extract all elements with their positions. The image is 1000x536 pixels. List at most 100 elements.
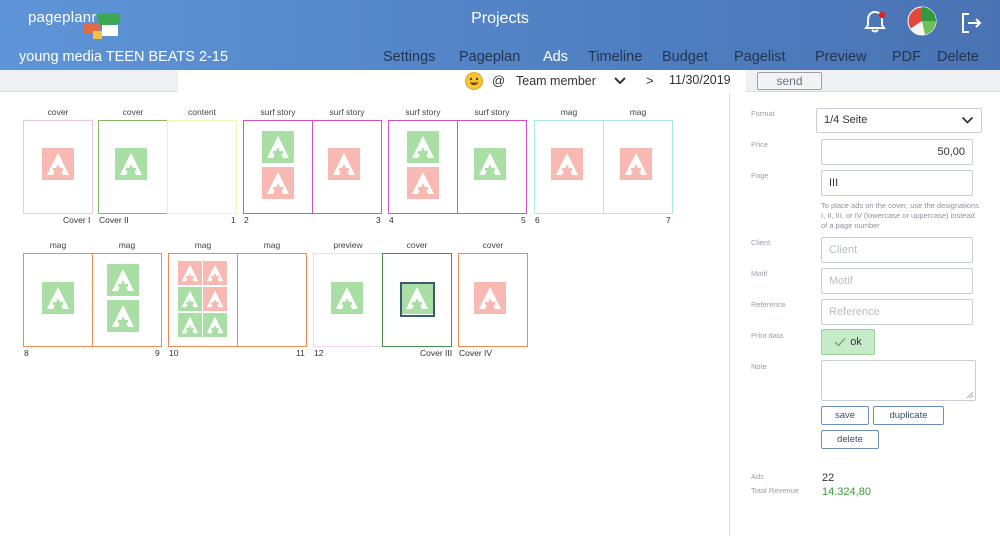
nav-pageplan[interactable]: Pageplan xyxy=(459,49,520,65)
page-type-label: surf story xyxy=(405,107,441,117)
motif-input[interactable]: Motif xyxy=(821,268,973,294)
chevron-down-icon[interactable] xyxy=(613,75,627,87)
at-symbol: @ xyxy=(492,73,506,88)
ad-placement-icon[interactable] xyxy=(262,131,294,163)
client-label: Client xyxy=(751,238,771,247)
nav-timeline[interactable]: Timeline xyxy=(588,49,642,65)
total-revenue-label: Total Revenue xyxy=(751,486,799,495)
reference-label: Reference xyxy=(751,300,786,309)
page-type-label: cover xyxy=(406,240,428,250)
ad-placement-icon[interactable] xyxy=(107,300,139,332)
page-number: Cover IV xyxy=(459,348,493,358)
chevron-down-icon[interactable] xyxy=(961,115,974,126)
note-label: Note xyxy=(751,362,767,371)
page-type-label: preview xyxy=(333,240,363,250)
ads-count-label: Ads xyxy=(751,472,764,481)
client-input[interactable]: Client xyxy=(821,237,973,263)
total-revenue: 14.324,80 xyxy=(822,486,871,498)
ok-label: ok xyxy=(850,336,862,348)
price-label: Price xyxy=(751,140,769,149)
panel-divider xyxy=(729,93,730,536)
page-type-label: mag xyxy=(560,107,578,117)
page-number: Cover II xyxy=(99,215,129,225)
motif-label: Motif xyxy=(751,269,768,278)
ad-placement-icon[interactable] xyxy=(551,148,583,180)
page-number: 2 xyxy=(244,215,249,225)
page-11[interactable] xyxy=(237,253,307,347)
ad-placement-icon[interactable] xyxy=(328,148,360,180)
reference-input[interactable]: Reference xyxy=(821,299,973,325)
nav-pagelist[interactable]: Pagelist xyxy=(734,49,786,65)
page-number: Cover I xyxy=(63,215,91,225)
page-number: Cover III xyxy=(420,348,453,358)
ad-placement-icon[interactable] xyxy=(203,261,227,285)
page-number: 3 xyxy=(376,215,381,225)
ad-placement-icon[interactable] xyxy=(474,148,506,180)
status-bar-strip xyxy=(178,70,746,92)
page-type-label: content xyxy=(188,107,216,117)
page-input[interactable]: III xyxy=(821,170,973,196)
page-number: 7 xyxy=(666,215,671,225)
logout-icon[interactable] xyxy=(958,10,984,36)
page-label: Page xyxy=(751,171,769,180)
nav-budget[interactable]: Budget xyxy=(662,49,708,65)
ad-placement-icon[interactable] xyxy=(107,264,139,296)
page-number: 10 xyxy=(169,348,179,358)
page-type-label: surf story xyxy=(260,107,296,117)
resize-handle-icon[interactable] xyxy=(967,392,973,398)
page-number: 1 xyxy=(231,215,236,225)
ad-placement-icon[interactable] xyxy=(407,131,439,163)
page-number: 9 xyxy=(155,348,160,358)
page-type-label: cover xyxy=(482,240,504,250)
page-type-label: mag xyxy=(49,240,67,250)
page-type-label: surf story xyxy=(474,107,510,117)
ad-placement-icon[interactable] xyxy=(178,313,202,337)
ad-placement-icon[interactable] xyxy=(262,167,294,199)
page-number: 8 xyxy=(24,348,29,358)
ad-placement-icon[interactable] xyxy=(178,261,202,285)
format-select[interactable]: 1/4 Seite xyxy=(816,108,982,133)
check-icon xyxy=(834,338,846,347)
save-button[interactable]: save xyxy=(821,406,869,425)
project-name[interactable]: young media TEEN BEATS 2-15 xyxy=(19,49,228,65)
pie-chart-icon[interactable] xyxy=(907,6,937,36)
due-date[interactable]: 11/30/2019 xyxy=(669,73,731,87)
print-data-ok-button[interactable]: ok xyxy=(821,329,875,355)
nav-delete[interactable]: Delete xyxy=(937,49,979,65)
price-input[interactable]: 50,00 xyxy=(821,139,973,165)
nav-settings[interactable]: Settings xyxy=(383,49,435,65)
duplicate-button[interactable]: duplicate xyxy=(873,406,944,425)
bell-icon[interactable] xyxy=(862,9,888,35)
page-1[interactable] xyxy=(167,120,237,214)
ad-placement-icon[interactable] xyxy=(203,313,227,337)
format-label: Format xyxy=(751,109,775,118)
ad-placement-icon[interactable] xyxy=(42,282,74,314)
page-number: 11 xyxy=(296,348,305,358)
page-type-label: mag xyxy=(629,107,647,117)
ad-placement-icon[interactable] xyxy=(474,282,506,314)
page-type-label: mag xyxy=(194,240,212,250)
ad-placement-icon[interactable] xyxy=(620,148,652,180)
page-number: 6 xyxy=(535,215,540,225)
page-type-label: surf story xyxy=(329,107,365,117)
ad-placement-icon[interactable] xyxy=(203,287,227,311)
ad-placement-icon[interactable] xyxy=(42,148,74,180)
nav-pdf[interactable]: PDF xyxy=(892,49,921,65)
page-hint: To place ads on the cover, use the desig… xyxy=(821,201,980,230)
ads-count: 22 xyxy=(822,472,835,484)
selected-ad-frame[interactable] xyxy=(400,282,435,317)
note-textarea[interactable] xyxy=(821,360,976,401)
ad-placement-icon[interactable] xyxy=(331,282,363,314)
print-data-label: Print data xyxy=(751,331,784,340)
nav-ads[interactable]: Ads xyxy=(543,49,568,65)
page-type-label: cover xyxy=(122,107,144,117)
send-button[interactable]: send xyxy=(757,72,822,90)
page-number: 4 xyxy=(389,215,394,225)
delete-button[interactable]: delete xyxy=(821,430,879,449)
ad-placement-icon[interactable] xyxy=(407,167,439,199)
page-type-label: cover xyxy=(47,107,69,117)
ad-placement-icon[interactable] xyxy=(178,287,202,311)
nav-preview[interactable]: Preview xyxy=(815,49,867,65)
page-title: Projects xyxy=(471,10,529,27)
ad-placement-icon[interactable] xyxy=(115,148,147,180)
